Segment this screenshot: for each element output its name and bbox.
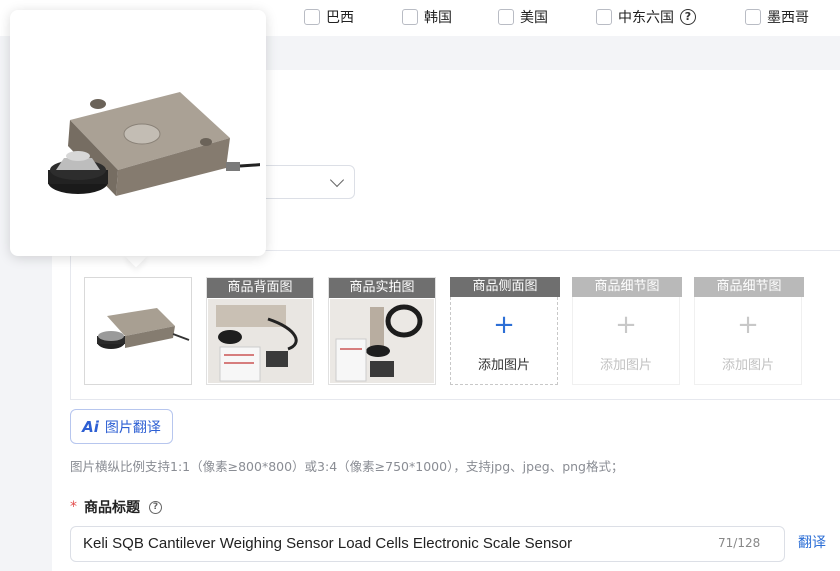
add-image-label: 添加图片	[477, 358, 530, 373]
checkbox[interactable]	[745, 9, 761, 25]
ai-icon: Ai	[82, 417, 99, 436]
country-option-brazil[interactable]: 巴西	[304, 7, 354, 27]
product-title-label-text: 商品标题	[84, 500, 140, 516]
product-title-input[interactable]: Keli SQB Cantilever Weighing Sensor Load…	[70, 526, 785, 562]
plus-icon: +	[493, 310, 515, 340]
country-option-mexico[interactable]: 墨西哥	[745, 7, 809, 27]
slot-header: 商品侧面图	[450, 277, 560, 297]
country-label: 墨西哥	[767, 10, 809, 26]
country-label: 中东六国	[618, 10, 674, 26]
image-translate-button[interactable]: Ai 图片翻译	[70, 409, 173, 444]
slot-header: 商品实拍图	[329, 278, 435, 298]
translate-link[interactable]: 翻译	[798, 532, 826, 552]
checkbox[interactable]	[596, 9, 612, 25]
detail-image-add-slot[interactable]: 商品细节图 + 添加图片	[572, 277, 682, 385]
real-shot-image-slot[interactable]: 商品实拍图	[328, 277, 436, 385]
question-mark-icon[interactable]: ?	[149, 500, 162, 514]
plus-icon: +	[615, 310, 637, 340]
product-title-label: * 商品标题 ?	[70, 497, 162, 517]
back-image-slot[interactable]: 商品背面图	[206, 277, 314, 385]
image-translate-label: 图片翻译	[104, 419, 161, 436]
country-option-korea[interactable]: 韩国	[402, 7, 452, 27]
product-photo	[208, 299, 312, 383]
country-label: 巴西	[326, 10, 354, 26]
load-cell-thumbnail	[85, 278, 191, 384]
checkbox[interactable]	[498, 9, 514, 25]
checkbox[interactable]	[304, 9, 320, 25]
country-option-usa[interactable]: 美国	[498, 7, 548, 27]
country-label: 韩国	[424, 10, 452, 26]
checkbox[interactable]	[402, 9, 418, 25]
required-asterisk: *	[70, 499, 77, 515]
plus-icon: +	[737, 310, 759, 340]
character-counter: 71/128	[718, 536, 761, 550]
detail-image-add-slot[interactable]: 商品细节图 + 添加图片	[694, 277, 804, 385]
question-mark-icon[interactable]: ?	[680, 9, 696, 25]
chevron-down-icon	[329, 172, 345, 188]
side-image-add-slot[interactable]: 商品侧面图 + 添加图片	[450, 277, 560, 385]
add-image-label: 添加图片	[599, 358, 652, 373]
country-option-middle-east[interactable]: 中东六国 ?	[596, 7, 696, 27]
image-requirements-hint: 图片横纵比例支持1:1（像素≥800*800）或3:4（像素≥750*1000）…	[70, 459, 624, 474]
slot-header: 商品细节图	[694, 277, 804, 297]
main-image-slot[interactable]	[84, 277, 192, 385]
add-image-label: 添加图片	[721, 358, 774, 373]
slot-header: 商品细节图	[572, 277, 682, 297]
load-cell-preview-image	[30, 30, 260, 220]
product-photo	[330, 299, 434, 383]
slot-header: 商品背面图	[207, 278, 313, 298]
country-label: 美国	[520, 10, 548, 26]
image-preview-popover	[10, 10, 266, 256]
